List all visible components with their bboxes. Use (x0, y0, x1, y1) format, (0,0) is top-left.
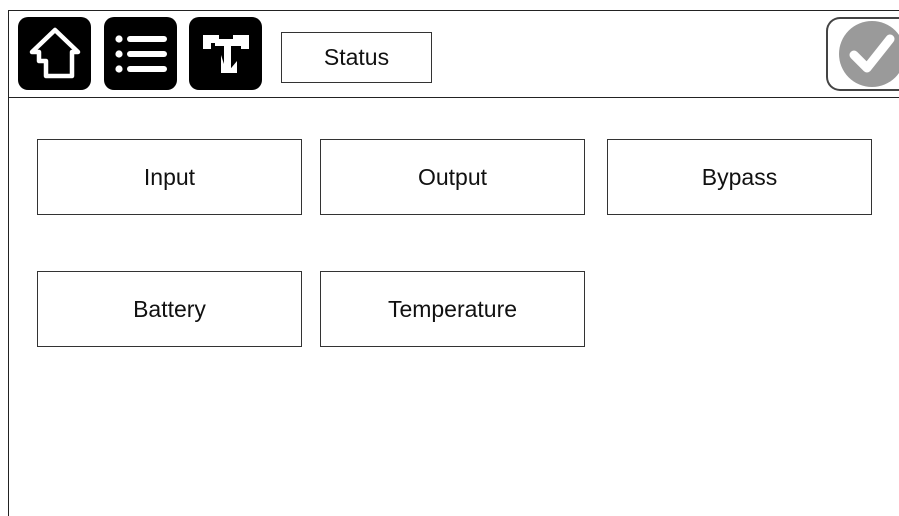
list-menu-icon (114, 34, 167, 73)
home-icon (29, 27, 80, 78)
home-button[interactable] (18, 17, 91, 90)
bypass-tile-button[interactable]: Bypass (607, 139, 872, 215)
checkmark-icon (839, 21, 899, 87)
tile-label-temperature: Temperature (387, 295, 518, 322)
tools-icon (202, 34, 249, 73)
tile-label-output: Output (417, 163, 488, 190)
tile-label-battery: Battery (133, 295, 206, 322)
tile-label-input: Input (143, 163, 196, 190)
temperature-tile-button[interactable]: Temperature (320, 271, 585, 347)
input-tile-button[interactable]: Input (37, 139, 302, 215)
page-title: Status (281, 32, 432, 83)
header-divider (8, 97, 899, 98)
tile-label-bypass: Bypass (701, 163, 778, 190)
tools-button[interactable] (189, 17, 262, 90)
confirm-button[interactable] (826, 17, 899, 91)
battery-tile-button[interactable]: Battery (37, 271, 302, 347)
menu-button[interactable] (104, 17, 177, 90)
output-tile-button[interactable]: Output (320, 139, 585, 215)
